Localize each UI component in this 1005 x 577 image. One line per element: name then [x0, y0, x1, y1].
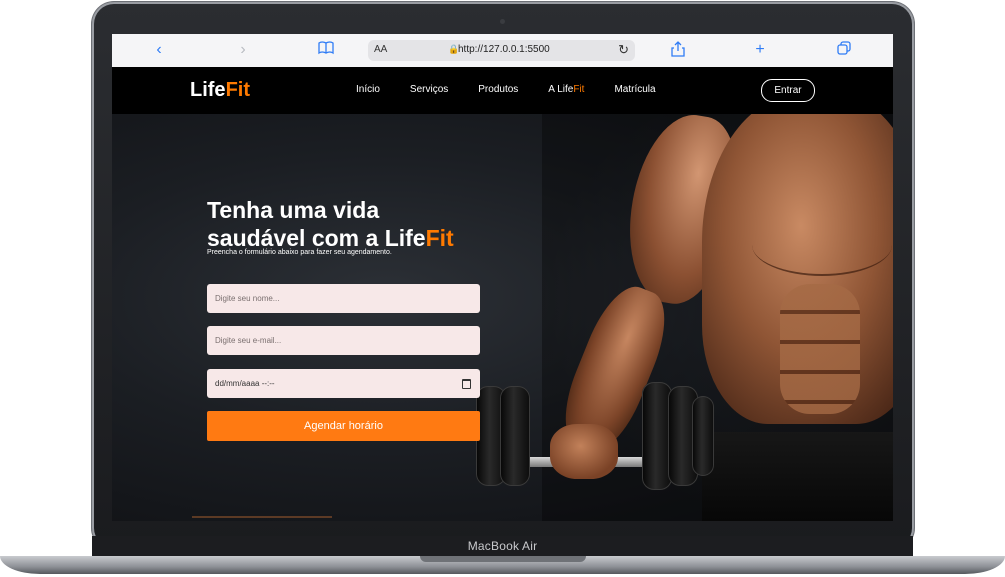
book-icon[interactable]	[317, 41, 335, 59]
laptop-chin: MacBook Air	[92, 536, 913, 556]
site-logo[interactable]: LifeFit	[190, 79, 250, 102]
reload-icon[interactable]: ↻	[618, 42, 629, 58]
athlete-fist	[550, 424, 618, 479]
datetime-input[interactable]: dd/mm/aaaa --:--	[207, 369, 480, 398]
logo-part2: Fit	[225, 79, 250, 101]
website: LifeFit Início Serviços Produtos A LifeF…	[112, 67, 893, 521]
headline-line2-part1: saudável com a Life	[207, 225, 426, 251]
nav-about-part2: Fit	[573, 84, 585, 95]
nav-link-a-lifefit[interactable]: A LifeFit	[548, 84, 584, 95]
device-label: MacBook Air	[467, 539, 538, 553]
chevron-right-icon[interactable]: ›	[234, 41, 252, 59]
login-button[interactable]: Entrar	[761, 79, 815, 102]
athlete-shorts	[702, 432, 893, 521]
browser-toolbar: ‹ › AA 🔒 http://127.0.0.1:5500 ↻ +	[112, 34, 893, 68]
dumbbell-plate	[692, 396, 714, 476]
nav-link-matricula[interactable]: Matrícula	[614, 84, 655, 95]
athlete-chest	[752, 214, 892, 276]
nav-links: Início Serviços Produtos A LifeFit Matrí…	[356, 84, 686, 95]
chevron-left-icon[interactable]: ‹	[150, 41, 168, 59]
hero-headline: Tenha uma vida saudável com a LifeFit	[207, 196, 527, 252]
nav-link-servicos[interactable]: Serviços	[410, 84, 448, 95]
floor-highlight	[192, 516, 332, 518]
athlete-abs	[780, 284, 860, 414]
datetime-value: dd/mm/aaaa --:--	[215, 379, 275, 388]
nav-link-inicio[interactable]: Início	[356, 84, 380, 95]
nav-link-produtos[interactable]: Produtos	[478, 84, 518, 95]
headline-line2: saudável com a LifeFit	[207, 224, 527, 252]
headline-line2-accent: Fit	[425, 225, 454, 251]
url-text[interactable]: http://127.0.0.1:5500	[458, 44, 550, 55]
reader-aa-button[interactable]: AA	[374, 44, 387, 55]
name-input[interactable]: Digite seu nome...	[207, 284, 480, 313]
address-bar[interactable]: AA 🔒 http://127.0.0.1:5500 ↻	[368, 40, 635, 61]
plus-icon[interactable]: +	[751, 41, 769, 59]
laptop-base: MacBook Air	[0, 536, 1005, 577]
hero-section: Tenha uma vida saudável com a LifeFit Pr…	[112, 114, 893, 521]
dumbbell-plate	[500, 386, 530, 486]
nav-about-part1: A Life	[548, 84, 574, 95]
site-navbar: LifeFit Início Serviços Produtos A LifeF…	[112, 67, 893, 114]
headline-line1: Tenha uma vida	[207, 197, 380, 223]
tabs-icon[interactable]	[835, 41, 853, 59]
logo-part1: Life	[190, 79, 226, 101]
laptop-notch	[420, 556, 586, 562]
share-icon[interactable]	[669, 41, 687, 59]
screen: ‹ › AA 🔒 http://127.0.0.1:5500 ↻ + LifeF…	[112, 34, 893, 521]
camera-dot	[500, 19, 505, 24]
schedule-button[interactable]: Agendar horário	[207, 411, 480, 441]
hero-subheadline: Preencha o formulário abaixo para fazer …	[207, 249, 392, 256]
calendar-icon[interactable]	[462, 379, 471, 389]
email-input[interactable]: Digite seu e-mail...	[207, 326, 480, 355]
